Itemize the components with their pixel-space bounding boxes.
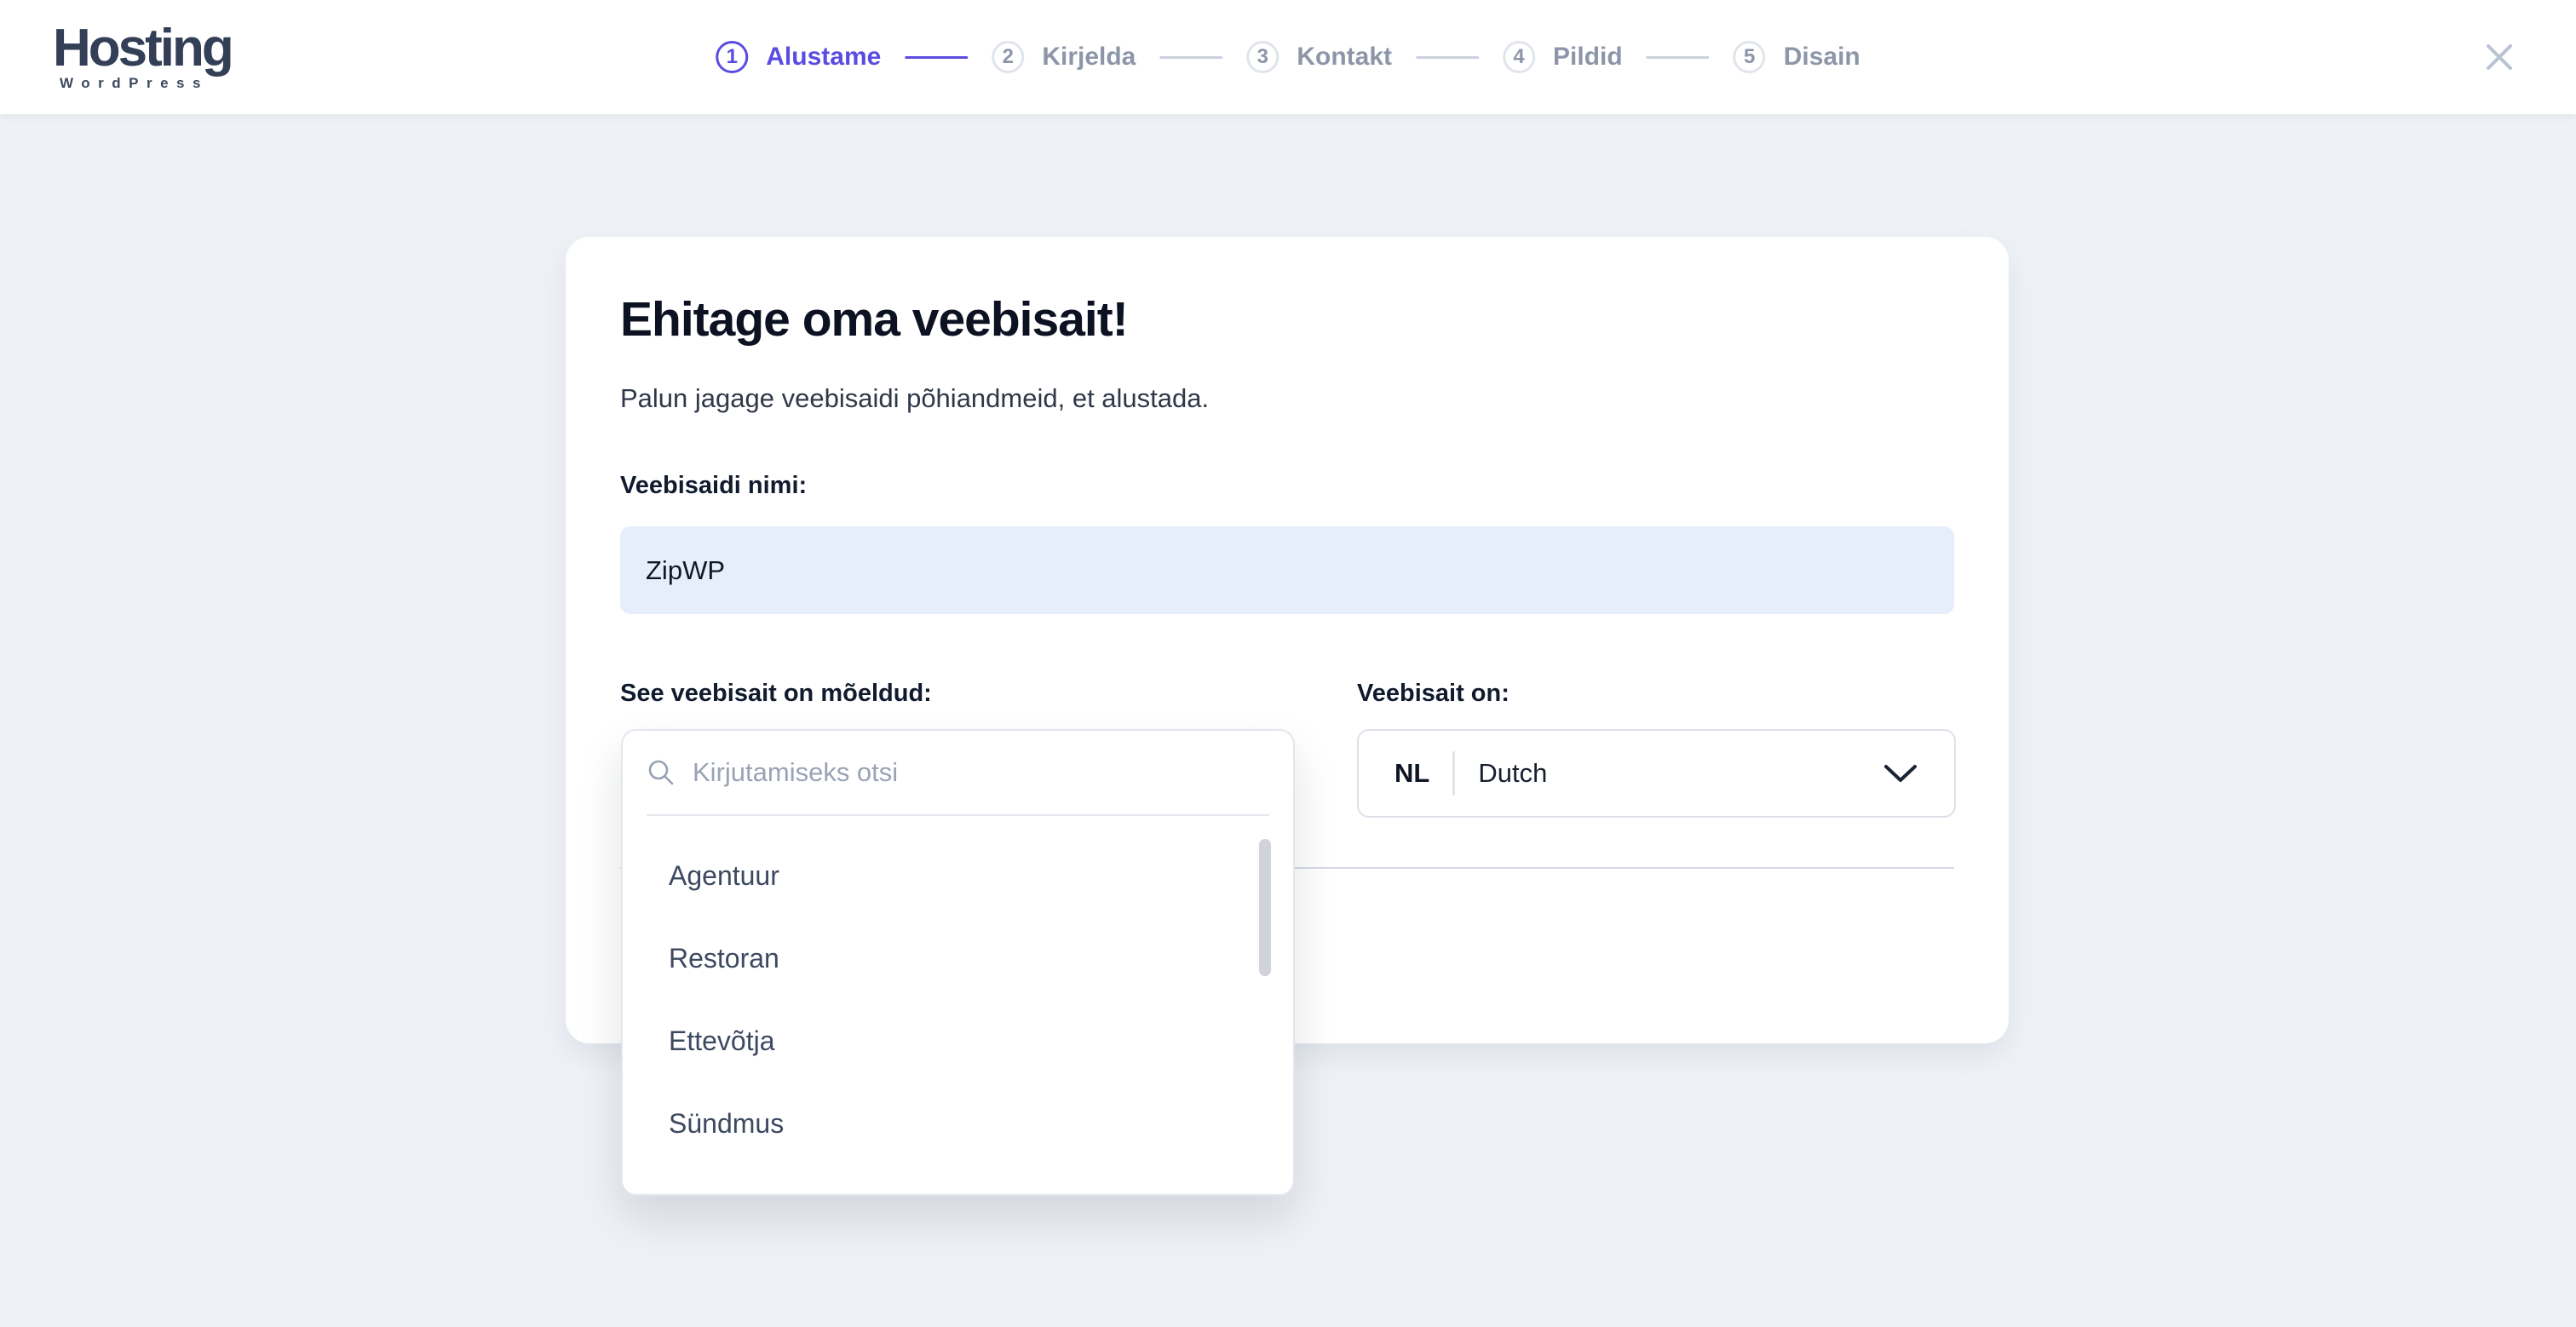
site-type-label: See veebisait on mõeldud: [620, 680, 932, 708]
site-name-input[interactable] [620, 526, 1954, 614]
logo-subtitle: WordPress [53, 76, 232, 90]
wizard-card: Ehitage oma veebisait! Palun jagage veeb… [566, 237, 2009, 1043]
step-number: 3 [1246, 41, 1279, 73]
step-number: 1 [716, 41, 748, 73]
language-name: Dutch [1478, 758, 1547, 789]
step-connector [1416, 56, 1479, 59]
logo-title: Hosting [53, 24, 232, 74]
language-select[interactable]: NL Dutch [1357, 729, 1956, 818]
step-connector [905, 56, 968, 59]
dropdown-search-row [623, 731, 1293, 814]
step-label: Pildid [1553, 43, 1623, 72]
step-kontakt[interactable]: 3 Kontakt [1246, 41, 1392, 73]
step-number: 2 [992, 41, 1024, 73]
step-label: Kontakt [1297, 43, 1392, 72]
top-bar: Hosting WordPress 1 Alustame 2 Kirjelda … [0, 0, 2576, 115]
step-connector [1159, 56, 1222, 59]
step-label: Disain [1784, 43, 1860, 72]
language-code: NL [1394, 758, 1429, 789]
chevron-down-icon [1883, 762, 1918, 784]
dropdown-scrollbar[interactable] [1259, 839, 1271, 976]
language-divider [1452, 751, 1455, 796]
wizard-main: Ehitage oma veebisait! Palun jagage veeb… [0, 115, 2576, 1327]
option-restoran[interactable]: Restoran [623, 917, 1293, 1000]
wizard-stepper: 1 Alustame 2 Kirjelda 3 Kontakt 4 Pildid… [716, 41, 1860, 73]
step-number: 5 [1734, 41, 1766, 73]
step-kirjelda[interactable]: 2 Kirjelda [992, 41, 1136, 73]
step-alustame[interactable]: 1 Alustame [716, 41, 881, 73]
option-ettevotja[interactable]: Ettevõtja [623, 1000, 1293, 1083]
page-subtitle: Palun jagage veebisaidi põhiandmeid, et … [620, 383, 1209, 414]
step-pildid[interactable]: 4 Pildid [1503, 41, 1623, 73]
search-icon [647, 758, 676, 787]
close-icon [2482, 40, 2516, 74]
option-agentuur[interactable]: Agentuur [623, 835, 1293, 917]
site-type-options: Agentuur Restoran Ettevõtja Sündmus [623, 816, 1293, 1165]
step-disain[interactable]: 5 Disain [1734, 41, 1860, 73]
language-label: Veebisait on: [1357, 680, 1509, 708]
step-label: Alustame [766, 43, 881, 72]
site-type-search-input[interactable] [693, 757, 1269, 788]
hosting-logo[interactable]: Hosting WordPress [53, 24, 232, 90]
close-button[interactable] [2475, 33, 2523, 81]
step-label: Kirjelda [1042, 43, 1136, 72]
option-sundmus[interactable]: Sündmus [623, 1083, 1293, 1165]
step-number: 4 [1503, 41, 1535, 73]
site-type-dropdown: Agentuur Restoran Ettevõtja Sündmus [621, 729, 1295, 1196]
page-title: Ehitage oma veebisait! [620, 291, 1128, 348]
step-connector [1647, 56, 1710, 59]
site-name-label: Veebisaidi nimi: [620, 472, 807, 500]
